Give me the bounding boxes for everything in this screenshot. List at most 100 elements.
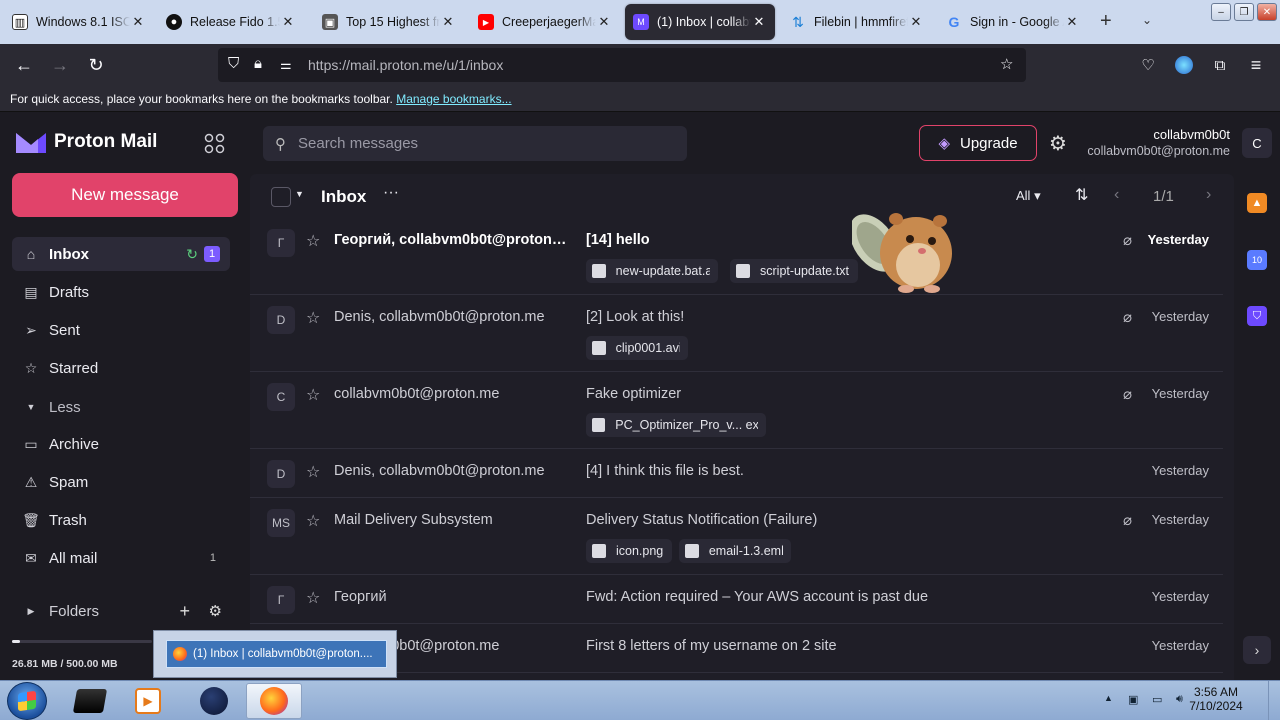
- taskbar-app-terminal[interactable]: [62, 683, 118, 719]
- gear-icon[interactable]: ⚙: [209, 602, 222, 620]
- avatar[interactable]: C: [1242, 128, 1272, 158]
- sidebar-item-inbox[interactable]: ⌂ Inbox ↻ 1: [12, 237, 230, 271]
- chevron-down-icon[interactable]: ▼: [295, 189, 304, 199]
- network-icon[interactable]: ▣: [1128, 693, 1142, 707]
- chevron-up-icon[interactable]: ▲: [1104, 693, 1118, 707]
- attachment-chip[interactable]: email-1.3.eml: [679, 539, 791, 563]
- taskbar-thumbnail-popup[interactable]: (1) Inbox | collabvm0b0t@proton....: [153, 630, 397, 678]
- close-icon[interactable]: ✕: [130, 14, 146, 30]
- system-clock[interactable]: 3:56 AM 7/10/2024: [1176, 685, 1256, 713]
- address-bar[interactable]: ⛉ 🔒︎ ⚌ https://mail.proton.me/u/1/inbox …: [218, 48, 1026, 82]
- shield-icon[interactable]: ⛉: [228, 55, 239, 72]
- message-row[interactable]: Г ☆ Георгий, collabvm0b0t@proton.me [14] he…: [250, 218, 1223, 295]
- account-icon[interactable]: [1172, 53, 1196, 77]
- star-icon[interactable]: ☆: [306, 588, 320, 608]
- extensions-icon[interactable]: ⧉: [1208, 53, 1232, 77]
- tab-google-signin[interactable]: G Sign in - Google Accounts ✕: [938, 4, 1088, 40]
- sidebar-item-sent[interactable]: ➢ Sent: [12, 313, 230, 347]
- sidebar-item-trash[interactable]: 🗑︎ Trash: [12, 503, 230, 537]
- tab-github-release[interactable]: ● Release Fido 1.58 · pbatard ✕: [158, 4, 304, 40]
- attachment-chip[interactable]: script-update.txt: [730, 259, 858, 283]
- maximize-window-button[interactable]: ❐: [1234, 3, 1254, 21]
- sort-icon[interactable]: ⇅: [1075, 185, 1088, 205]
- back-arrow-icon[interactable]: ←: [12, 53, 36, 77]
- message-row[interactable]: MS ☆ Mail Delivery Subsystem Delivery Statu…: [250, 498, 1223, 575]
- more-options-icon[interactable]: ···: [383, 184, 399, 202]
- expand-rail-button[interactable]: ›: [1243, 636, 1271, 664]
- close-icon[interactable]: ✕: [440, 14, 456, 30]
- filter-dropdown[interactable]: All ▾: [1016, 188, 1041, 204]
- show-desktop-button[interactable]: [1268, 681, 1280, 720]
- next-page-icon[interactable]: ›: [1206, 186, 1211, 204]
- taskbar-app-globe[interactable]: [186, 683, 242, 719]
- message-row[interactable]: Г ☆ Георгий Fwd: Action required – Your AWS…: [250, 575, 1223, 624]
- user-name: collabvm0b0t: [1153, 127, 1230, 142]
- file-icon: [592, 264, 606, 278]
- message-row[interactable]: C ☆ collabvm0b0t@proton.me Fake optimizer ⌀ Y…: [250, 372, 1223, 449]
- search-input[interactable]: ⚲ Search messages: [263, 126, 687, 161]
- firefox-icon: [260, 687, 288, 715]
- tab-youtube[interactable]: ▶ CreeperjaegerMax ✕: [470, 4, 620, 40]
- forward-arrow-icon[interactable]: →: [48, 53, 72, 77]
- calendar-icon[interactable]: 10: [1247, 250, 1267, 270]
- star-icon[interactable]: ☆: [306, 462, 320, 482]
- refresh-icon[interactable]: ↻: [186, 246, 198, 263]
- manage-bookmarks-link[interactable]: Manage bookmarks...: [396, 92, 511, 106]
- taskbar-app-media-player[interactable]: ▶: [120, 683, 176, 719]
- menu-icon[interactable]: ≡: [1244, 53, 1268, 77]
- contacts-icon[interactable]: ▲: [1247, 193, 1267, 213]
- security-shield-icon[interactable]: ⛉: [1247, 306, 1267, 326]
- message-row[interactable]: D ☆ Denis, collabvm0b0t@proton.me [4] I thi…: [250, 449, 1223, 498]
- sidebar-item-all-mail[interactable]: ✉ All mail 1: [12, 541, 230, 575]
- attachment-chip[interactable]: new-update.bat.a: [586, 259, 718, 283]
- proton-mail-logo[interactable]: Proton Mail: [16, 131, 157, 153]
- start-button[interactable]: [7, 682, 47, 720]
- pocket-icon[interactable]: ♡: [1136, 53, 1160, 77]
- new-message-button[interactable]: New message: [12, 173, 238, 217]
- upgrade-button[interactable]: ◈ Upgrade: [919, 125, 1037, 161]
- attachment-chip[interactable]: clip0001.avi: [586, 336, 688, 360]
- close-icon[interactable]: ✕: [596, 14, 612, 30]
- close-icon[interactable]: ✕: [908, 14, 924, 30]
- message-row[interactable]: D ☆ Denis, collabvm0b0t@proton.me [2] Look …: [250, 295, 1223, 372]
- star-icon[interactable]: ☆: [306, 385, 320, 405]
- reload-icon[interactable]: ↻: [84, 53, 108, 77]
- close-icon[interactable]: ✕: [751, 14, 767, 30]
- minimize-window-button[interactable]: –: [1211, 3, 1231, 21]
- url-text[interactable]: https://mail.proton.me/u/1/inbox: [308, 57, 503, 73]
- tab-proton-inbox[interactable]: M (1) Inbox | collabvm0b0t ✕: [625, 4, 775, 40]
- user-account-info[interactable]: collabvm0b0t collabvm0b0t@proton.me: [1087, 127, 1230, 158]
- settings-gear-icon[interactable]: ⚙: [1049, 131, 1067, 156]
- tab-top15[interactable]: ▣ Top 15 Highest free ✕: [314, 4, 464, 40]
- sidebar-item-drafts[interactable]: ▤ Drafts: [12, 275, 230, 309]
- message-date: Yesterday: [1151, 386, 1209, 401]
- thumbnail-window-title[interactable]: (1) Inbox | collabvm0b0t@proton....: [166, 640, 387, 668]
- tab-windows-iso[interactable]: ▥ Windows 8.1 ISO Archive ✕: [4, 4, 154, 40]
- star-icon[interactable]: ☆: [306, 308, 320, 328]
- add-folder-icon[interactable]: +: [179, 601, 190, 622]
- attachment-chip[interactable]: icon.png: [586, 539, 672, 563]
- apps-grid-icon[interactable]: [204, 133, 226, 155]
- sidebar-folders-header[interactable]: ▶ Folders + ⚙: [12, 594, 230, 628]
- sidebar-item-spam[interactable]: ⚠ Spam: [12, 465, 230, 499]
- taskbar-app-firefox[interactable]: [246, 683, 302, 719]
- sidebar-item-less[interactable]: ▼ Less: [12, 390, 230, 424]
- previous-page-icon[interactable]: ‹: [1114, 186, 1119, 204]
- attachment-chip[interactable]: PC_Optimizer_Pro_v... exe: [586, 413, 766, 437]
- github-icon: ●: [166, 14, 182, 30]
- star-icon[interactable]: ☆: [306, 231, 320, 251]
- sidebar-item-archive[interactable]: ▭ Archive: [12, 427, 230, 461]
- tab-filebin[interactable]: ⇅ Filebin | hmmfirefox ✕: [782, 4, 932, 40]
- lock-icon[interactable]: 🔒︎: [254, 55, 262, 72]
- sidebar-item-starred[interactable]: ☆ Starred: [12, 351, 230, 385]
- chevron-down-icon[interactable]: ⌄: [1142, 13, 1152, 27]
- display-icon[interactable]: ▭: [1152, 693, 1166, 707]
- permissions-icon[interactable]: ⚌: [280, 57, 292, 73]
- new-tab-button[interactable]: +: [1100, 10, 1112, 33]
- close-window-button[interactable]: ✕: [1257, 3, 1277, 21]
- close-icon[interactable]: ✕: [1064, 14, 1080, 30]
- bookmark-star-icon[interactable]: ☆: [1000, 55, 1013, 73]
- select-all-checkbox[interactable]: [271, 187, 291, 207]
- star-icon[interactable]: ☆: [306, 511, 320, 531]
- close-icon[interactable]: ✕: [280, 14, 296, 30]
